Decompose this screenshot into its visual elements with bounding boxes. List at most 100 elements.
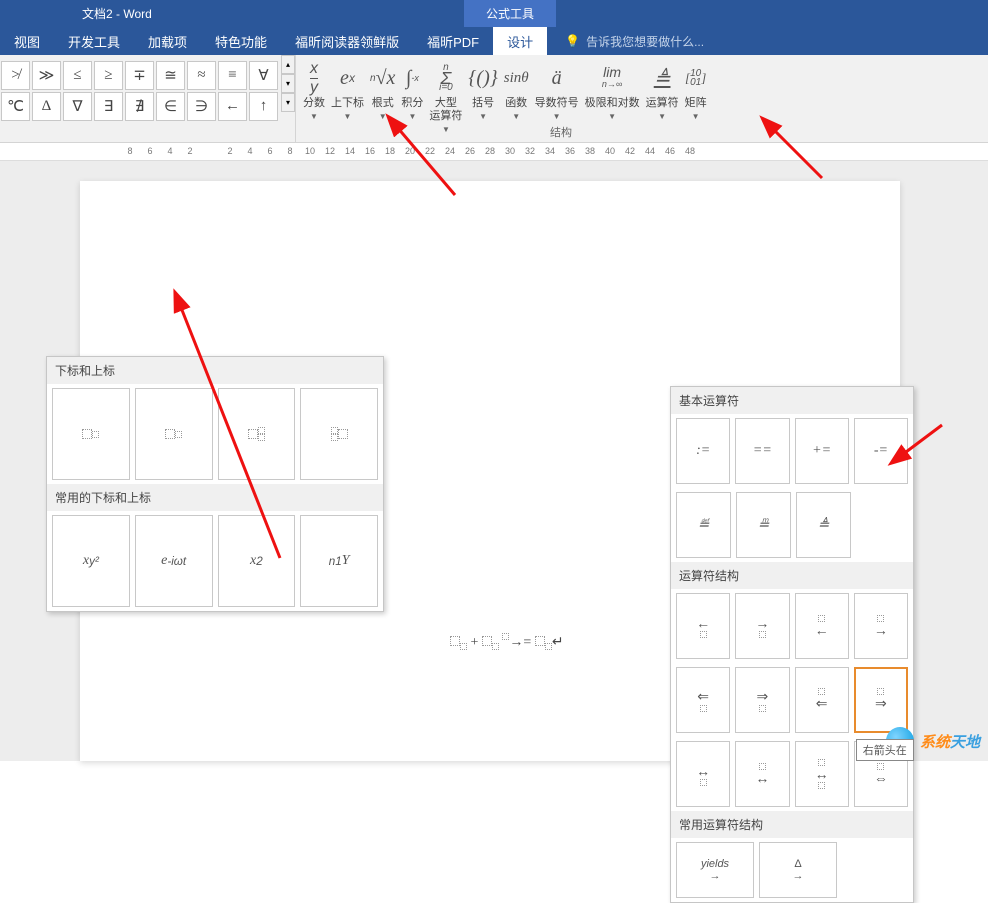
gallery-header: 基本运算符 <box>671 387 913 414</box>
gallery-header: 常用运算符结构 <box>671 811 913 838</box>
gallery-header: 常用的下标和上标 <box>47 484 383 511</box>
operator-button[interactable]: ≜ 运算符 ▼ <box>643 59 682 142</box>
op-delta-arrow[interactable]: Δ→ <box>759 842 837 898</box>
limit-button[interactable]: limn→∞ 极限和对数 ▼ <box>582 59 643 142</box>
function-icon: sinθ <box>504 59 529 97</box>
common-script-1[interactable]: xy² <box>52 515 130 607</box>
dropdown-arrow-icon: ▼ <box>408 112 416 121</box>
op-yields[interactable]: yields→ <box>676 842 754 898</box>
tell-me-search[interactable]: 💡 告诉我您想要做什么... <box>565 33 704 50</box>
symbol-item[interactable]: ≫ <box>32 61 61 90</box>
tab-foxit-preview[interactable]: 福昕阅读器领鲜版 <box>281 27 413 55</box>
scroll-more-icon[interactable]: ▾ <box>281 93 295 112</box>
dropdown-arrow-icon: ▼ <box>658 112 666 121</box>
symbol-item[interactable]: ∃ <box>94 92 123 121</box>
op-struct-dla[interactable]: ⇐ <box>676 667 730 733</box>
tell-me-placeholder: 告诉我您想要做什么... <box>586 33 704 50</box>
script-button[interactable]: ex 上下标 ▼ <box>328 59 367 142</box>
dropdown-arrow-icon: ▼ <box>479 112 487 121</box>
tab-developer[interactable]: 开发工具 <box>54 27 134 55</box>
symbol-item[interactable]: ≡ <box>218 61 247 90</box>
op-minus-equals[interactable]: -= <box>854 418 908 484</box>
op-struct-ra2[interactable]: → <box>854 593 908 659</box>
scroll-up-icon[interactable]: ▴ <box>281 55 295 74</box>
contextual-tab-group: 公式工具 <box>464 0 556 27</box>
radical-button[interactable]: n√x 根式 ▼ <box>367 59 398 142</box>
gallery-header: 运算符结构 <box>671 562 913 589</box>
op-struct-lra3[interactable]: ↔ <box>795 741 849 807</box>
symbol-item[interactable]: ≤ <box>63 61 92 90</box>
limit-icon: limn→∞ <box>602 59 622 97</box>
symbol-item[interactable]: ∓ <box>125 61 154 90</box>
op-struct-la2[interactable]: ← <box>795 593 849 659</box>
largeop-button[interactable]: nΣi=0 大型 运算符 ▼ <box>426 59 465 142</box>
scroll-down-icon[interactable]: ▾ <box>281 74 295 93</box>
equation-content[interactable]: + →= ↵ <box>450 633 564 653</box>
common-script-2[interactable]: e-iωt <box>135 515 213 607</box>
op-def[interactable]: ≝ <box>676 492 731 558</box>
tab-view[interactable]: 视图 <box>0 27 54 55</box>
symbol-item[interactable]: ∄ <box>125 92 154 121</box>
operator-icon: ≜ <box>654 59 671 97</box>
matrix-button[interactable]: [1001] 矩阵 ▼ <box>682 59 710 142</box>
fraction-button[interactable]: xy 分数 ▼ <box>300 59 328 142</box>
symbol-item[interactable]: ≥ <box>94 61 123 90</box>
subscript-template[interactable] <box>135 388 213 480</box>
common-script-3[interactable]: x2 <box>218 515 296 607</box>
integral-icon: ∫-x <box>406 59 419 97</box>
sigma-icon: nΣi=0 <box>439 59 453 97</box>
op-equals-equals[interactable]: == <box>735 418 789 484</box>
superscript-template[interactable] <box>52 388 130 480</box>
op-struct-dra[interactable]: ⇒ <box>735 667 789 733</box>
symbol-item[interactable]: ↑ <box>249 92 278 121</box>
dropdown-arrow-icon: ▼ <box>344 112 352 121</box>
symbol-item[interactable]: ∈ <box>156 92 185 121</box>
tab-addins[interactable]: 加载项 <box>134 27 201 55</box>
op-delta-eq[interactable]: ≜ <box>796 492 851 558</box>
symbol-item[interactable]: ∇ <box>63 92 92 121</box>
op-colon-equals[interactable]: := <box>676 418 730 484</box>
fraction-icon: xy <box>310 59 318 97</box>
op-struct-lra1[interactable]: ↔ <box>676 741 730 807</box>
op-struct-dra2[interactable]: ⇒ 右箭头在 <box>854 667 908 733</box>
tab-design[interactable]: 设计 <box>493 27 547 55</box>
op-meq[interactable]: ≞ <box>736 492 791 558</box>
symbol-item[interactable]: ≯ <box>1 61 30 90</box>
horizontal-ruler[interactable]: 8642246810121416182022242628303234363840… <box>0 143 988 161</box>
operator-gallery: 基本运算符 := == += -= ≝ ≞ ≜ 运算符结构 ← → ← → ⇐ … <box>670 386 914 903</box>
matrix-icon: [1001] <box>685 59 706 97</box>
op-struct-la[interactable]: ← <box>676 593 730 659</box>
symbols-scrollbar[interactable]: ▴ ▾ ▾ <box>281 55 295 142</box>
dropdown-arrow-icon: ▼ <box>692 112 700 121</box>
symbol-item[interactable]: ← <box>218 92 247 121</box>
symbol-item[interactable]: ℃ <box>1 92 30 121</box>
symbol-item[interactable]: Δ <box>32 92 61 121</box>
integral-button[interactable]: ∫-x 积分 ▼ <box>398 59 426 142</box>
subsuperscript-template[interactable] <box>218 388 296 480</box>
contextual-tab-label: 公式工具 <box>486 5 534 22</box>
group-label: 结构 <box>550 124 572 140</box>
accent-icon: ä <box>552 59 562 97</box>
tab-features[interactable]: 特色功能 <box>201 27 281 55</box>
dropdown-arrow-icon: ▼ <box>442 125 450 134</box>
symbols-group: ≯≫≤≥∓≅≈≡∀ ℃Δ∇∃∄∈∋←↑ <box>0 55 279 142</box>
symbol-item[interactable]: ∀ <box>249 61 278 90</box>
document-area: + →= ↵ 下标和上标 常用的下标和上标 xy² e-iωt x2 n1Y 基… <box>0 161 988 761</box>
op-struct-dla2[interactable]: ⇐ <box>795 667 849 733</box>
dropdown-arrow-icon: ▼ <box>379 112 387 121</box>
function-button[interactable]: sinθ 函数 ▼ <box>501 59 532 142</box>
tab-foxit-pdf[interactable]: 福昕PDF <box>413 27 493 55</box>
lightbulb-icon: 💡 <box>565 34 580 48</box>
bracket-icon: {()} <box>468 59 497 97</box>
symbol-item[interactable]: ≈ <box>187 61 216 90</box>
op-struct-ra[interactable]: → <box>735 593 789 659</box>
symbol-item[interactable]: ≅ <box>156 61 185 90</box>
bracket-button[interactable]: {()} 括号 ▼ <box>465 59 500 142</box>
presubsuperscript-template[interactable] <box>300 388 378 480</box>
op-plus-equals[interactable]: += <box>795 418 849 484</box>
op-struct-lra2[interactable]: ↔ <box>735 741 789 807</box>
symbol-item[interactable]: ∋ <box>187 92 216 121</box>
common-script-4[interactable]: n1Y <box>300 515 378 607</box>
dropdown-arrow-icon: ▼ <box>608 112 616 121</box>
ribbon: ≯≫≤≥∓≅≈≡∀ ℃Δ∇∃∄∈∋←↑ ▴ ▾ ▾ xy 分数 ▼ ex 上下标… <box>0 55 988 143</box>
